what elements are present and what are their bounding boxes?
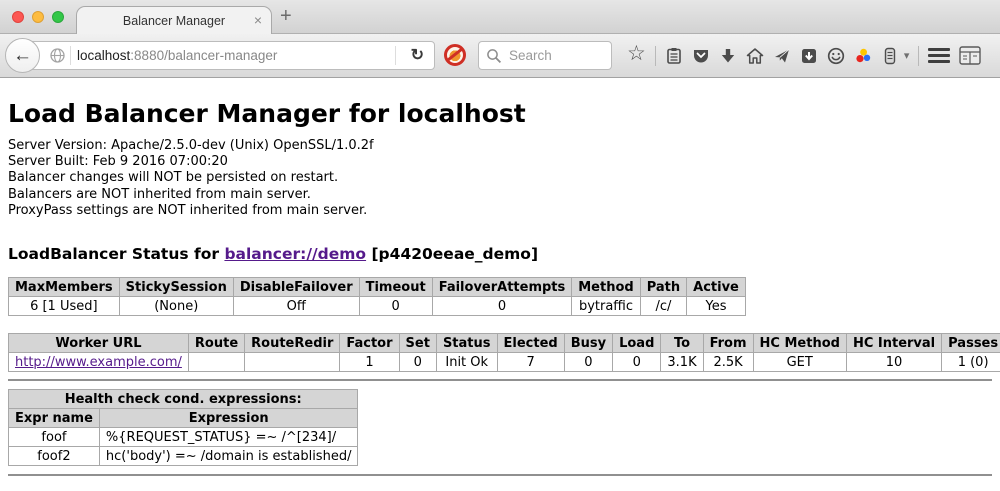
tab-balancer-manager[interactable]: Balancer Manager × [76,6,272,34]
back-button[interactable]: ← [5,38,40,73]
url-text: localhost:8880/balancer-manager [77,42,277,69]
browser-chrome: Balancer Manager × + ← localhost:8880/ba… [0,0,1000,78]
page-title: Load Balancer Manager for localhost [8,99,992,128]
tab-title: Balancer Manager [123,14,225,28]
toolbar-buttons: ☆ [627,34,981,77]
pocket-icon[interactable] [692,47,710,65]
proxypass-note-line: ProxyPass settings are NOT inherited fro… [8,203,992,219]
table-title-row: Health check cond. expressions: [9,390,358,409]
server-info: Server Version: Apache/2.5.0-dev (Unix) … [8,138,992,219]
worker-url-link[interactable]: http://www.example.com/ [15,355,182,370]
bookmark-star-icon[interactable]: ☆ [627,45,646,63]
search-box[interactable] [478,41,612,70]
window-controls [12,11,64,23]
home-icon[interactable] [746,47,764,65]
tab-bar: Balancer Manager × + [0,0,1000,34]
hc-expressions-table: Health check cond. expressions: Expr nam… [8,389,358,466]
save-box-icon[interactable] [800,47,818,65]
server-version-line: Server Version: Apache/2.5.0-dev (Unix) … [8,138,992,154]
urlbar-divider [70,46,71,65]
navigation-toolbar: ← localhost:8880/balancer-manager ↻ ☆ [0,34,1000,78]
server-built-line: Server Built: Feb 9 2016 07:00:20 [8,154,992,170]
window-minimize-button[interactable] [32,11,44,23]
worker-row: http://www.example.com/ 1 0 Init Ok 7 0 … [9,353,1000,372]
reading-list-icon[interactable] [665,47,683,65]
tab-tiles-icon[interactable] [959,46,981,65]
table-row: foof %{REQUEST_STATUS} =~ /^[234]/ [9,428,358,447]
balancer-demo-link[interactable]: balancer://demo [224,245,366,263]
window-zoom-button[interactable] [52,11,64,23]
balancer-manager-page: Load Balancer Manager for localhost Serv… [0,99,1000,476]
inherit-note-line: Balancers are NOT inherited from main se… [8,187,992,203]
menu-icon[interactable] [928,48,950,63]
overflow-caret-icon[interactable]: ▾ [904,49,910,62]
balancer-params-table: MaxMembers StickySession DisableFailover… [8,277,746,316]
toolbar-divider [918,46,919,66]
bottom-rule [8,474,992,476]
tab-close-icon[interactable]: × [254,12,262,28]
search-input[interactable] [507,44,607,66]
table-row: foof2 hc('body') =~ /domain is establish… [9,447,358,466]
new-tab-button[interactable]: + [280,5,292,28]
status-heading: LoadBalancer Status for balancer://demo … [8,245,992,263]
table-header-row: Expr name Expression [9,409,358,428]
window-close-button[interactable] [12,11,24,23]
downloads-icon[interactable] [719,47,737,65]
persist-note-line: Balancer changes will NOT be persisted o… [8,170,992,186]
separator-rule [8,379,992,381]
toolbar-divider [655,46,656,66]
color-dots-icon[interactable] [854,47,872,65]
search-icon [486,48,502,64]
table-header-row: MaxMembers StickySession DisableFailover… [9,278,746,297]
urlbar-divider [395,46,396,65]
table-row: 6 [1 Used] (None) Off 0 0 bytraffic /c/ … [9,297,746,316]
hc-table-title: Health check cond. expressions: [9,390,358,409]
url-bar[interactable]: localhost:8880/balancer-manager ↻ [22,41,435,70]
table-header-row: Worker URL Route RouteRedir Factor Set S… [9,334,1000,353]
plugin-block-icon[interactable] [444,44,466,66]
send-tab-icon[interactable] [773,47,791,65]
emoji-icon[interactable] [827,47,845,65]
worker-table: Worker URL Route RouteRedir Factor Set S… [8,333,1000,372]
site-identity-globe-icon [50,48,65,63]
container-icon[interactable] [881,47,899,65]
reload-icon[interactable]: ↻ [411,42,424,69]
